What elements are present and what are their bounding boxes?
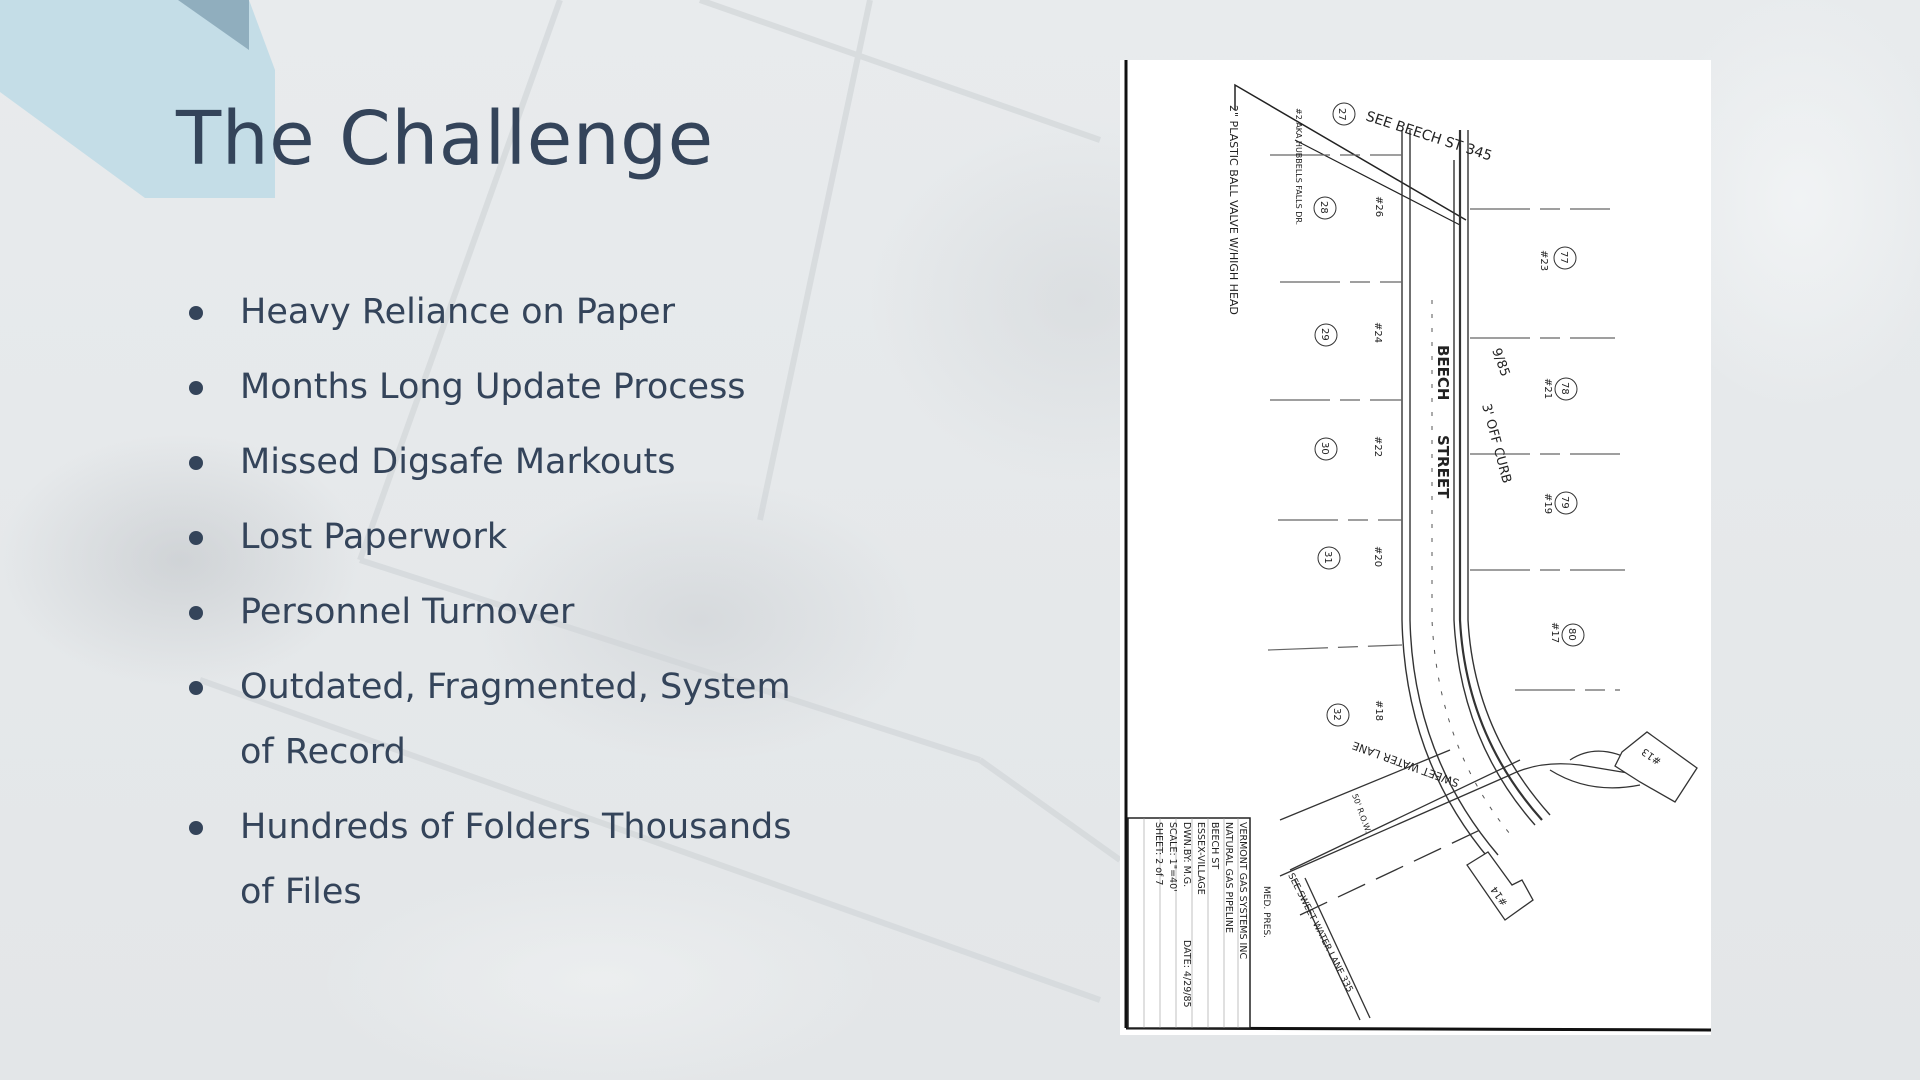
- lot-number: 80: [1566, 628, 1577, 641]
- bullet-icon: [189, 306, 203, 320]
- bullet-icon: [189, 381, 203, 395]
- house-number: #26: [1373, 196, 1384, 217]
- challenge-list: Heavy Reliance on Paper Months Long Upda…: [186, 280, 800, 935]
- title-block-drawn-by: DWN.BY: M.G.: [1181, 822, 1192, 887]
- house-number: #24: [1372, 322, 1383, 343]
- list-item-text: Months Long Update Process: [240, 367, 746, 407]
- cross-street-label: SWEET WATER LANE: [1351, 739, 1462, 790]
- lot-markers-right: 77 #23 78 #21 79 #19 80 #17: [1538, 246, 1585, 647]
- house-number: #22: [1372, 436, 1383, 457]
- valve-note: 2" PLASTIC BALL VALVE W/HIGH HEAD: [1227, 105, 1240, 315]
- bullet-icon: [189, 821, 203, 835]
- lot-number: 27: [1336, 108, 1347, 121]
- list-item-text: Personnel Turnover: [240, 592, 575, 632]
- lot-number: 30: [1319, 442, 1330, 455]
- list-item: Personnel Turnover: [186, 580, 800, 645]
- lot-lines: [1267, 154, 1625, 691]
- list-item: Lost Paperwork: [186, 505, 800, 570]
- list-item: Missed Digsafe Markouts: [186, 430, 800, 495]
- house-number: #19: [1542, 493, 1553, 514]
- house-number: #23: [1538, 250, 1549, 271]
- title-block-pressure: MED. PRES.: [1261, 886, 1271, 938]
- lot-number: 79: [1559, 496, 1570, 509]
- pipeline-map-image: 2" PLASTIC BALL VALVE W/HIGH HEAD SEE BE…: [1120, 60, 1711, 1035]
- house-number: #17: [1549, 622, 1560, 643]
- list-item: Hundreds of Folders Thousands of Files: [186, 795, 800, 925]
- lot-number: 31: [1322, 551, 1333, 564]
- lot-number: 32: [1331, 708, 1342, 721]
- bullet-icon: [189, 531, 203, 545]
- title-block-town: ESSEX-VILLAGE: [1195, 822, 1206, 895]
- building-13: #13: [1614, 731, 1698, 803]
- building-14: #14: [1466, 851, 1534, 921]
- list-item-text: Lost Paperwork: [240, 517, 508, 557]
- house-number: #18: [1373, 700, 1384, 721]
- list-item-text: Heavy Reliance on Paper: [240, 292, 675, 332]
- lot-number: 78: [1559, 382, 1570, 395]
- list-item: Heavy Reliance on Paper: [186, 280, 800, 345]
- title-block-street: BEECH ST: [1209, 822, 1220, 869]
- see-beech-note: SEE BEECH ST 345: [1364, 109, 1494, 165]
- lot-number: 77: [1558, 251, 1569, 264]
- house-number: #20: [1372, 546, 1383, 567]
- lot-markers-left: 27 28 #26 29 #24 30 #22 31 #20 32 #18: [1313, 102, 1384, 727]
- curb-note: 3' OFF CURB: [1478, 402, 1514, 485]
- hubbell-note: #2 AKA HUBBELLS FALLS DR.: [1294, 108, 1303, 225]
- list-item: Outdated, Fragmented, System of Record: [186, 655, 800, 785]
- street-label-street: STREET: [1434, 435, 1452, 499]
- list-item-text: Hundreds of Folders Thousands of Files: [240, 807, 792, 912]
- lot-number: 29: [1319, 328, 1330, 341]
- slide-title: The Challenge: [176, 96, 714, 182]
- list-item-text: Outdated, Fragmented, System of Record: [240, 667, 791, 772]
- map-drawing: 2" PLASTIC BALL VALVE W/HIGH HEAD SEE BE…: [1124, 60, 1711, 1032]
- street-label-beech: BEECH: [1434, 345, 1452, 401]
- map-title-block: MED. PRES. VERMONT GAS SYSTEMS INC NATUR…: [1127, 817, 1271, 1029]
- beech-street-lines: [1401, 130, 1551, 861]
- list-item-text: Missed Digsafe Markouts: [240, 442, 676, 482]
- row-note: 50' R.O.W.: [1350, 793, 1372, 834]
- sweet-water-lane-lines: [1279, 749, 1641, 1021]
- title-block-date: DATE: 4/29/85: [1181, 940, 1192, 1008]
- bullet-icon: [189, 456, 203, 470]
- bullet-icon: [189, 681, 203, 695]
- title-block-sheet: SHEET: 2 of 7: [1153, 822, 1164, 885]
- list-item: Months Long Update Process: [186, 355, 800, 420]
- date-note: 9/85: [1488, 346, 1512, 379]
- lot-number: 28: [1318, 201, 1329, 214]
- title-block-scale: SCALE: 1"=40': [1167, 822, 1178, 892]
- sweetwater-ref: SEE SWEET WATER LANE 335: [1285, 872, 1354, 994]
- title-block-company: VERMONT GAS SYSTEMS INC: [1237, 822, 1248, 959]
- title-block-project: NATURAL GAS PIPELINE: [1223, 822, 1234, 933]
- bullet-icon: [189, 606, 203, 620]
- house-number: #21: [1542, 378, 1553, 399]
